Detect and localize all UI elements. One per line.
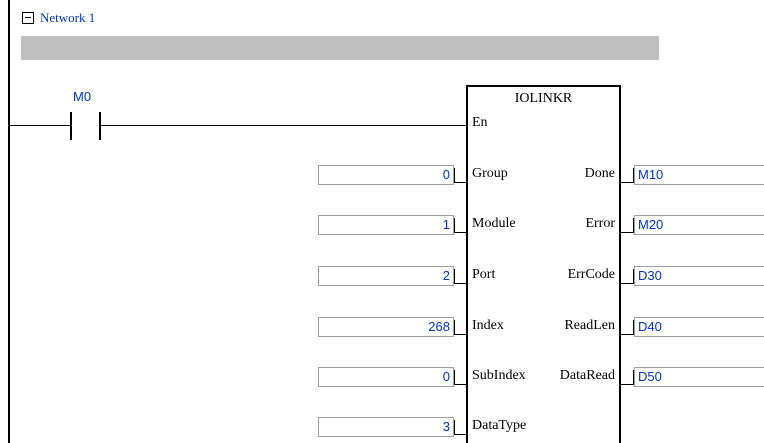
wire-input-subindex <box>454 384 466 385</box>
pin-readlen: ReadLen <box>564 318 615 333</box>
wire-input-port <box>454 283 466 284</box>
wire-input-index <box>454 334 466 335</box>
pin-dataread: DataRead <box>559 368 615 383</box>
contact-label[interactable]: M0 <box>73 89 91 104</box>
tick-input-datatype <box>454 420 455 435</box>
pin-subindex: SubIndex <box>472 368 526 383</box>
collapse-minus-icon[interactable] <box>22 12 34 24</box>
pin-en: En <box>472 115 488 130</box>
input-index[interactable]: 268 <box>318 317 454 337</box>
pin-error: Error <box>585 216 615 231</box>
wire-input-module <box>454 232 466 233</box>
pin-done: Done <box>584 166 615 181</box>
output-errcode[interactable]: D30 <box>634 266 764 286</box>
function-block-title: IOLINKR <box>514 91 573 106</box>
contact-right-bar[interactable] <box>99 112 101 140</box>
wire-input-group <box>454 182 466 183</box>
pin-group: Group <box>472 166 508 181</box>
pin-index: Index <box>472 318 504 333</box>
output-error[interactable]: M20 <box>634 215 764 235</box>
tick-input-module <box>454 218 455 233</box>
tick-input-subindex <box>454 370 455 385</box>
output-done[interactable]: M10 <box>634 165 764 185</box>
input-subindex[interactable]: 0 <box>318 367 454 387</box>
wire-input-datatype <box>454 434 466 435</box>
tick-input-index <box>454 320 455 335</box>
output-dataread[interactable]: D50 <box>634 367 764 387</box>
input-module[interactable]: 1 <box>318 215 454 235</box>
pin-errcode: ErrCode <box>567 267 615 282</box>
pin-datatype: DataType <box>472 418 527 433</box>
pin-module: Module <box>472 216 516 231</box>
tick-input-group <box>454 168 455 183</box>
network-title: Network 1 <box>40 10 96 25</box>
network-comment-bar[interactable] <box>21 36 659 60</box>
network-header: Network 1 <box>22 10 95 26</box>
rung-wire-left <box>10 125 70 126</box>
pin-port: Port <box>472 267 496 282</box>
function-block[interactable]: IOLINKR En Group Module Port Index SubIn… <box>466 85 621 443</box>
left-power-rail <box>8 0 10 443</box>
contact-left-bar[interactable] <box>70 112 72 140</box>
output-readlen[interactable]: D40 <box>634 317 764 337</box>
input-datatype[interactable]: 3 <box>318 417 454 437</box>
rung-wire-right <box>101 125 466 126</box>
tick-input-port <box>454 269 455 284</box>
input-group[interactable]: 0 <box>318 165 454 185</box>
input-port[interactable]: 2 <box>318 266 454 286</box>
